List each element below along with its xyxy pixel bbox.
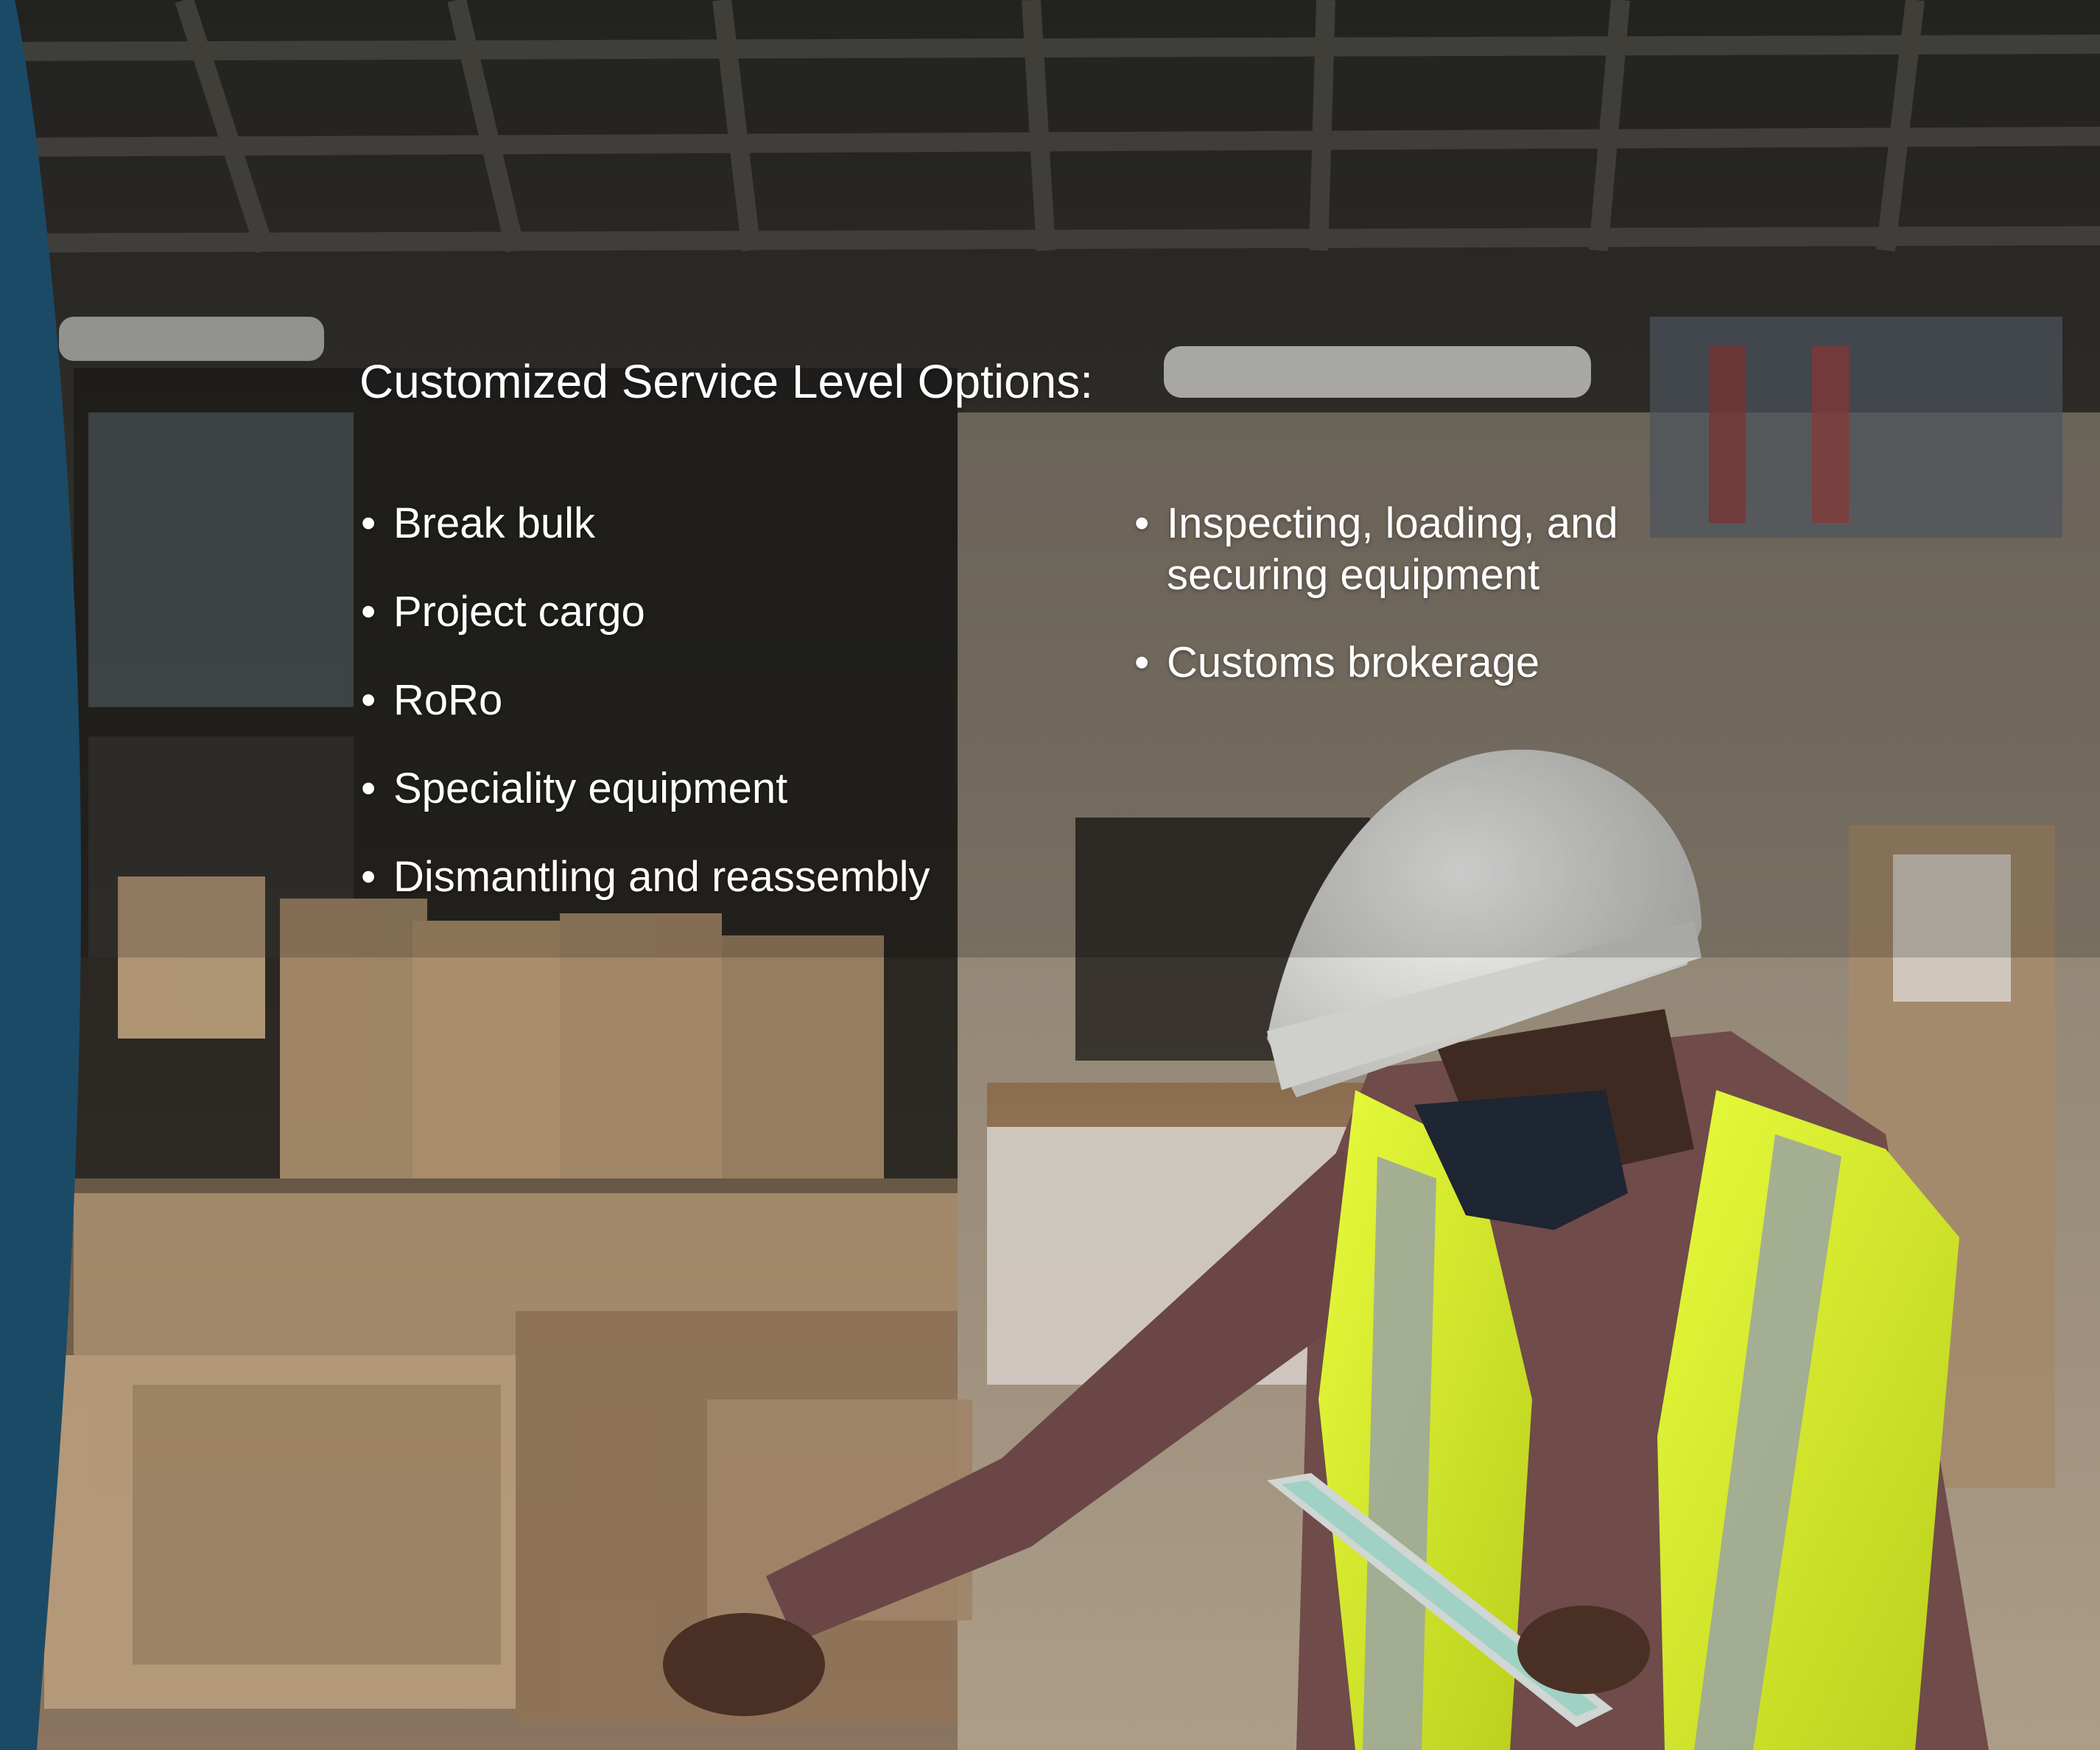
warehouse-worker-photo [0, 0, 2100, 1750]
list-item: Break bulk [361, 498, 1024, 586]
list-item: Speciality equipment [361, 763, 1024, 851]
list-item: Project cargo [361, 586, 1024, 675]
service-options-list-right: Inspecting, loading, and securing equipm… [1134, 498, 1724, 725]
list-item: Customs brokerage [1134, 637, 1724, 689]
section-heading: Customized Service Level Options: [359, 355, 1093, 408]
service-options-list-left: Break bulk Project cargo RoRo Speciality… [361, 498, 1024, 940]
brochure-page: Customized Service Level Options: Break … [0, 0, 2100, 1750]
list-item: Inspecting, loading, and securing equipm… [1134, 498, 1724, 600]
list-item: Dismantling and reassembly [361, 851, 1024, 940]
list-item: RoRo [361, 675, 1024, 763]
